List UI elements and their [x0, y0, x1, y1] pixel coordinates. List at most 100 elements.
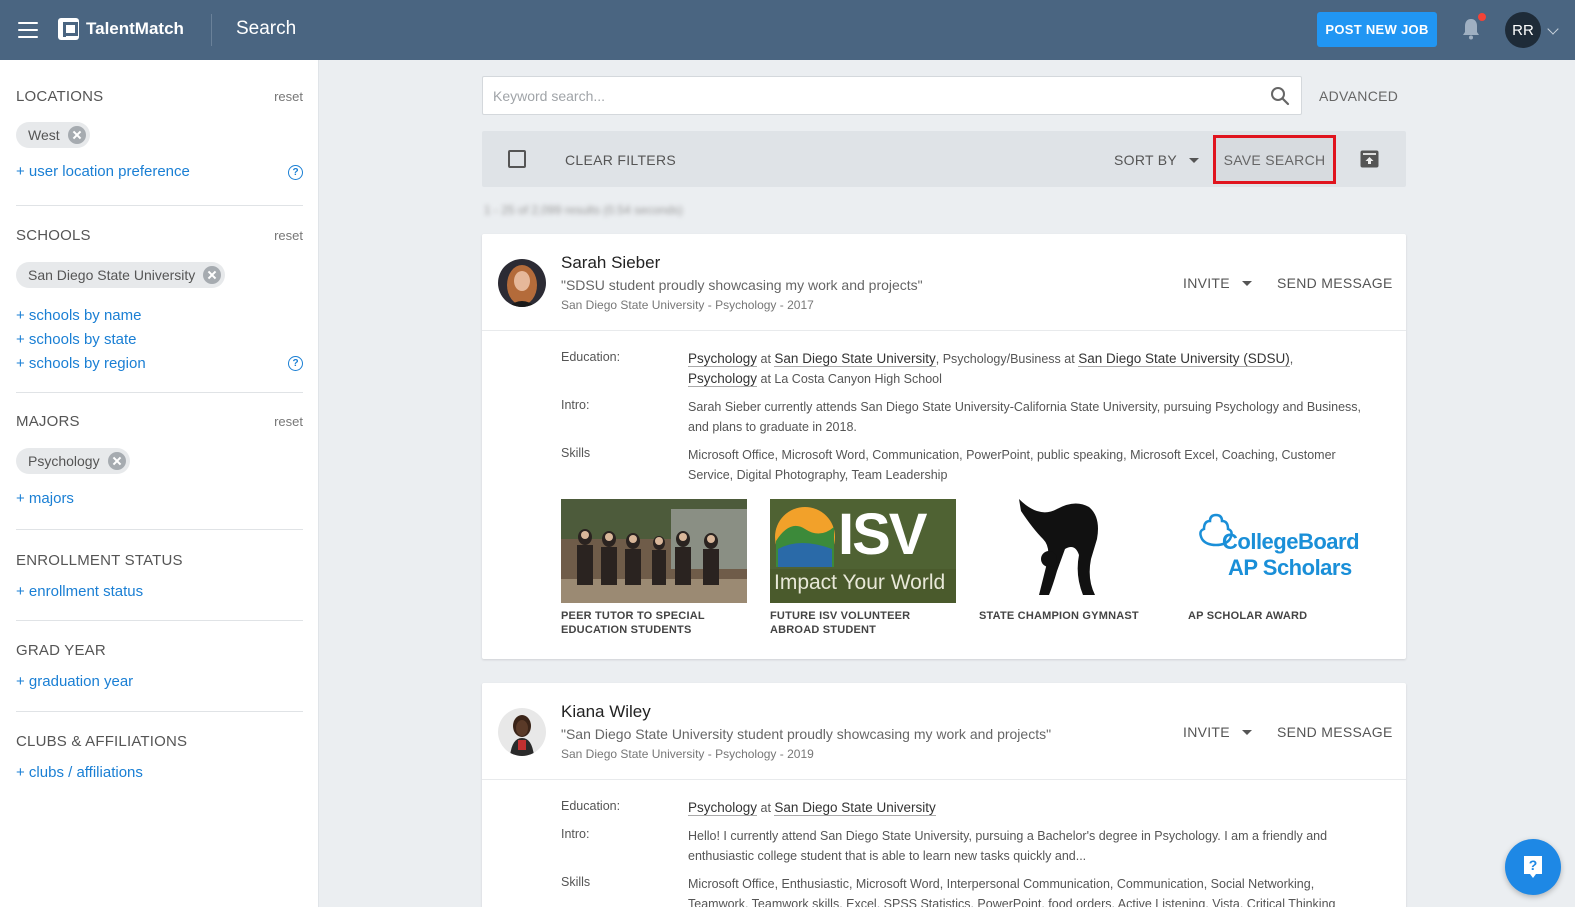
locations-filter: LOCATIONS reset West + user location pre… [16, 88, 303, 180]
majors-title: MAJORS [16, 413, 80, 430]
candidate-meta: San Diego State University - Psychology … [561, 298, 814, 312]
education-text: at [757, 801, 775, 815]
sort-by-label: SORT BY [1114, 152, 1178, 168]
collegeboard-logo-line1: CollegeBoard [1222, 529, 1360, 554]
section-divider [16, 529, 303, 530]
topbar-divider [211, 14, 212, 46]
candidate-name[interactable]: Kiana Wiley [561, 702, 651, 722]
help-chat-button[interactable]: ? [1505, 839, 1561, 895]
school-link[interactable]: San Diego State University (SDSU) [1078, 351, 1290, 367]
major-link[interactable]: Psychology [688, 351, 758, 367]
skills-label: Skills [561, 446, 591, 460]
major-link[interactable]: Psychology [688, 371, 758, 387]
user-avatar[interactable]: RR [1505, 12, 1541, 48]
page-title: Search [236, 18, 297, 39]
portfolio-caption: AP SCHOLAR AWARD [1188, 610, 1308, 622]
add-user-location-preference-link[interactable]: + user location preference [16, 163, 303, 180]
education-value: Psychology at San Diego State University… [688, 349, 1368, 389]
menu-icon[interactable] [18, 22, 38, 38]
add-majors-link[interactable]: + majors [16, 490, 303, 507]
search-icon[interactable] [1270, 86, 1290, 106]
isv-logo-text: ISV [838, 502, 927, 567]
portfolio-image[interactable]: ISV Impact Your World [770, 499, 956, 603]
portfolio-item[interactable]: ISV Impact Your World FUTURE ISV VOLUNTE… [770, 499, 956, 637]
skills-value: Microsoft Office, Enthusiastic, Microsof… [688, 877, 1336, 907]
add-graduation-year-link[interactable]: + graduation year [16, 673, 303, 690]
schools-title: SCHOOLS [16, 227, 91, 244]
remove-chip-icon[interactable] [203, 266, 222, 284]
keyword-search-input[interactable] [493, 77, 1253, 114]
send-message-button[interactable]: SEND MESSAGE [1277, 275, 1393, 291]
question-icon: ? [1524, 856, 1542, 878]
sort-by-dropdown[interactable]: SORT BY [1114, 152, 1200, 168]
grad-year-title: GRAD YEAR [16, 642, 106, 659]
invite-label: INVITE [1183, 724, 1230, 740]
chip-label: San Diego State University [28, 267, 196, 283]
candidate-photo[interactable] [498, 259, 546, 307]
select-all-checkbox[interactable] [508, 150, 526, 168]
section-divider [16, 620, 303, 621]
results-count: 1 - 25 of 2,099 results (0.54 seconds) [484, 203, 683, 217]
clear-filters-button[interactable]: CLEAR FILTERS [565, 152, 676, 168]
add-schools-by-state-link[interactable]: + schools by state [16, 328, 303, 352]
isv-logo-subtext: Impact Your World [774, 571, 946, 594]
talentmatch-logo-icon [58, 18, 79, 40]
post-new-job-button[interactable]: POST NEW JOB [1317, 12, 1437, 47]
send-message-button[interactable]: SEND MESSAGE [1277, 724, 1393, 740]
majors-filter: MAJORS reset Psychology + majors [16, 413, 303, 507]
section-divider [16, 392, 303, 393]
keyword-search-box [482, 76, 1302, 115]
app-name: TalentMatch [86, 19, 184, 38]
portfolio-item[interactable]: CollegeBoard AP Scholars AP SCHOLAR AWAR… [1188, 499, 1374, 623]
section-divider [16, 205, 303, 206]
chip-label: West [28, 127, 60, 143]
location-chip-west: West [16, 122, 90, 148]
candidate-tagline: "San Diego State University student prou… [561, 726, 1052, 742]
add-schools-by-name-link[interactable]: + schools by name [16, 304, 303, 328]
candidate-tagline: "SDSU student proudly showcasing my work… [561, 277, 923, 293]
candidate-photo[interactable] [498, 708, 546, 756]
locations-reset-link[interactable]: reset [274, 89, 303, 104]
portfolio-image[interactable] [979, 499, 1165, 603]
education-value: Psychology at San Diego State University [688, 798, 1368, 818]
invite-dropdown[interactable]: INVITE [1183, 724, 1252, 740]
caret-down-icon [1241, 729, 1252, 735]
help-icon[interactable]: ? [288, 356, 303, 371]
portfolio-item[interactable]: PEER TUTOR TO SPECIAL EDUCATION STUDENTS [561, 499, 747, 637]
major-chip: Psychology [16, 448, 130, 474]
remove-chip-icon[interactable] [67, 126, 86, 144]
clubs-affiliations-filter: CLUBS & AFFILIATIONS + clubs / affiliati… [16, 733, 303, 781]
candidate-card: Kiana Wiley "San Diego State University … [482, 683, 1406, 907]
major-link[interactable]: Psychology [688, 800, 758, 816]
candidate-meta: San Diego State University - Psychology … [561, 747, 814, 761]
school-link[interactable]: San Diego State University [774, 351, 936, 367]
archive-icon[interactable] [1360, 150, 1379, 168]
majors-reset-link[interactable]: reset [274, 414, 303, 429]
candidate-card: Sarah Sieber "SDSU student proudly showc… [482, 234, 1406, 659]
skills-value: Microsoft Office, Microsoft Word, Commun… [688, 448, 1336, 482]
add-schools-by-region-link[interactable]: + schools by region [16, 352, 303, 376]
schools-reset-link[interactable]: reset [274, 228, 303, 243]
portfolio-caption: FUTURE ISV VOLUNTEER ABROAD STUDENT [770, 610, 911, 636]
caret-down-icon [1241, 280, 1252, 286]
grad-year-filter: GRAD YEAR + graduation year [16, 642, 303, 690]
candidate-name[interactable]: Sarah Sieber [561, 253, 660, 273]
school-link[interactable]: San Diego State University [774, 800, 936, 816]
enrollment-status-filter: ENROLLMENT STATUS + enrollment status [16, 552, 303, 600]
portfolio-image[interactable] [561, 499, 747, 603]
chevron-down-icon[interactable] [1547, 23, 1559, 35]
remove-chip-icon[interactable] [107, 452, 126, 470]
education-text: at La Costa Canyon High School [757, 372, 942, 386]
portfolio-item[interactable]: STATE CHAMPION GYMNAST [979, 499, 1165, 623]
bell-icon[interactable] [1461, 18, 1481, 40]
education-label: Education: [561, 799, 621, 813]
app-logo[interactable]: TalentMatch [58, 18, 184, 40]
add-clubs-affiliations-link[interactable]: + clubs / affiliations [16, 764, 303, 781]
help-icon[interactable]: ? [288, 165, 303, 180]
portfolio-image[interactable]: CollegeBoard AP Scholars [1188, 499, 1374, 603]
save-search-button[interactable]: SAVE SEARCH [1213, 135, 1336, 184]
add-enrollment-status-link[interactable]: + enrollment status [16, 583, 303, 600]
intro-label: Intro: [561, 398, 590, 412]
advanced-search-link[interactable]: ADVANCED [1319, 88, 1398, 104]
invite-dropdown[interactable]: INVITE [1183, 275, 1252, 291]
